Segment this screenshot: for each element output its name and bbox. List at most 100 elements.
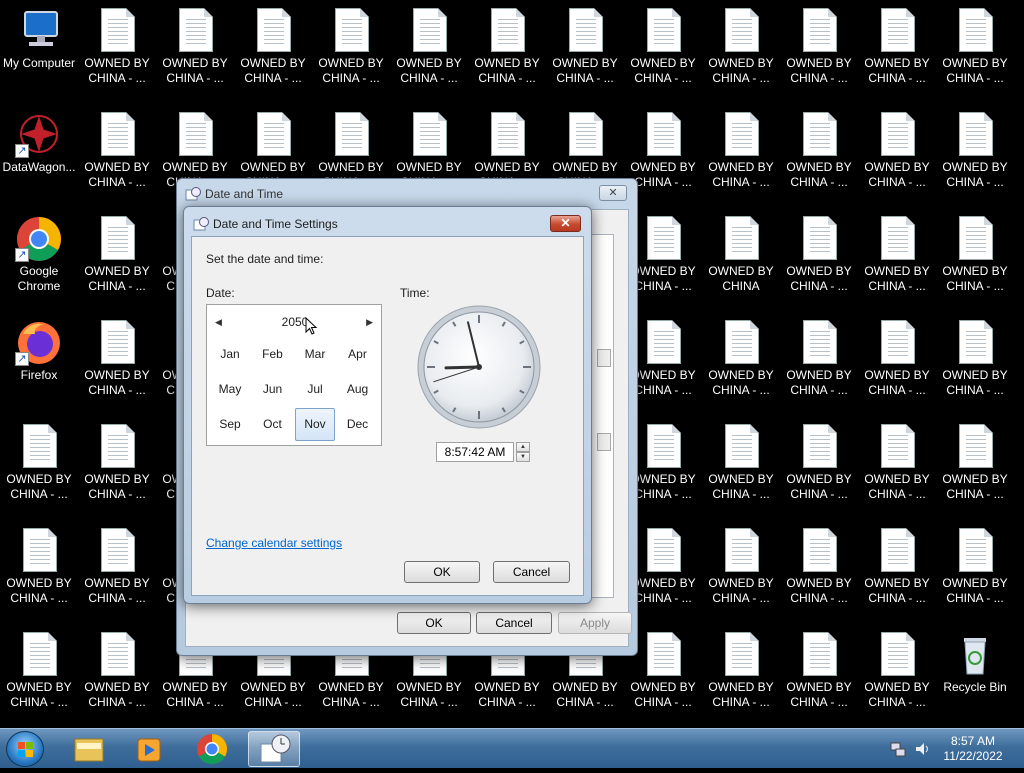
desktop-icon-file[interactable]: OWNED BY CHINA - ... — [858, 104, 936, 204]
spin-up-icon[interactable]: ▲ — [516, 442, 530, 452]
desktop-icon-file[interactable]: OWNED BY CHINA - ... — [702, 312, 780, 412]
desktop-icon-label: OWNED BY CHINA - ... — [162, 680, 228, 709]
text-file-icon — [327, 8, 375, 54]
desktop-icon-file[interactable]: OWNED BY CHINA - ... — [780, 208, 858, 308]
previous-year-arrow-icon[interactable]: ◀ — [215, 317, 222, 328]
desktop-icon-file[interactable]: OWNED BY CHINA - ... — [936, 0, 1014, 100]
desktop-icon-file[interactable]: OWNED BY CHINA - ... — [78, 208, 156, 308]
desktop-icon-file[interactable]: OWNED BY CHINA - ... — [858, 416, 936, 516]
close-button[interactable]: ✕ — [599, 185, 627, 201]
month-cell-oct[interactable]: Oct — [253, 408, 293, 441]
apply-button[interactable]: Apply — [558, 612, 632, 634]
spin-down-icon[interactable]: ▼ — [516, 452, 530, 462]
desktop-icon-file[interactable]: OWNED BY CHINA - ... — [78, 104, 156, 204]
desktop-icon-file[interactable]: OWNED BY CHINA - ... — [936, 416, 1014, 516]
desktop-icon-label: OWNED BY CHINA - ... — [786, 680, 852, 709]
time-spinner[interactable]: ▲ ▼ — [516, 442, 530, 462]
desktop-icon-file[interactable]: OWNED BY CHINA - ... — [624, 0, 702, 100]
desktop-icon-file[interactable]: OWNED BY CHINA - ... — [234, 0, 312, 100]
desktop-icon-file[interactable]: OWNED BY CHINA - ... — [78, 624, 156, 724]
date-time-icon[interactable] — [248, 731, 300, 767]
desktop-icon-my-computer[interactable]: My Computer — [0, 0, 78, 100]
desktop-icon-label: OWNED BY CHINA - ... — [84, 472, 150, 501]
volume-icon[interactable] — [914, 741, 932, 762]
cancel-button[interactable]: Cancel — [493, 561, 570, 583]
media-player-icon[interactable] — [124, 731, 176, 767]
desktop-icon-file[interactable]: OWNED BY CHINA - ... — [936, 208, 1014, 308]
month-cell-jun[interactable]: Jun — [253, 373, 293, 406]
close-button[interactable]: ✕ — [550, 215, 581, 232]
desktop-icon-file[interactable]: OWNED BY CHINA - ... — [702, 104, 780, 204]
desktop-icon-google-chrome[interactable]: ↗ Google Chrome — [0, 208, 78, 308]
desktop-icon-datawagon[interactable]: ↗ DataWagon... — [0, 104, 78, 204]
month-cell-nov[interactable]: Nov — [295, 408, 335, 441]
network-icon[interactable] — [890, 741, 906, 762]
change-timezone-button-stub[interactable] — [597, 433, 611, 451]
text-file-icon — [171, 8, 219, 54]
text-file-icon — [93, 424, 141, 470]
time-input[interactable]: 8:57:42 AM — [436, 442, 514, 462]
desktop-icon-file[interactable]: OWNED BY CHINA - ... — [78, 0, 156, 100]
desktop-icon-file[interactable]: OWNED BY CHINA - ... — [0, 416, 78, 516]
desktop-icon-file[interactable]: OWNED BY CHINA - ... — [858, 312, 936, 412]
desktop-icon-file[interactable]: OWNED BY CHINA - ... — [390, 0, 468, 100]
text-file-icon — [483, 112, 531, 158]
month-cell-feb[interactable]: Feb — [253, 338, 293, 371]
desktop-icon-file[interactable]: OWNED BY CHINA - ... — [0, 520, 78, 620]
desktop-icon-file[interactable]: OWNED BY CHINA - ... — [780, 520, 858, 620]
desktop-icon-file[interactable]: OWNED BY CHINA - ... — [78, 312, 156, 412]
desktop-icon-file[interactable]: OWNED BY CHINA - ... — [780, 416, 858, 516]
desktop-icon-file[interactable]: OWNED BY CHINA - ... — [0, 624, 78, 724]
desktop-icon-file[interactable]: OWNED BY CHINA - ... — [858, 208, 936, 308]
desktop-icon-file[interactable]: OWNED BY CHINA - ... — [858, 0, 936, 100]
text-file-icon — [483, 8, 531, 54]
change-date-button-stub[interactable] — [597, 349, 611, 367]
desktop-icon-file[interactable]: OWNED BY CHINA - ... — [780, 624, 858, 724]
taskbar-clock[interactable]: 8:57 AM 11/22/2022 — [940, 734, 1006, 764]
calendar-control[interactable]: ◀ 2050 ▶ Jan Feb Mar Apr May Jun Jul Aug Sep Oct N… — [206, 304, 382, 446]
month-cell-sep[interactable]: Sep — [210, 408, 250, 441]
desktop-icon-file[interactable]: OWNED BY CHINA - ... — [78, 520, 156, 620]
text-file-icon — [93, 112, 141, 158]
desktop-icon-label: OWNED BY CHINA - ... — [708, 680, 774, 709]
chrome-taskbar-icon[interactable] — [186, 731, 238, 767]
desktop-icon-recycle-bin[interactable]: Recycle Bin — [936, 624, 1014, 724]
desktop-icon-file[interactable]: OWNED BY CHINA - ... — [546, 0, 624, 100]
desktop-icon-file[interactable]: OWNED BY CHINA - ... — [702, 416, 780, 516]
month-cell-dec[interactable]: Dec — [338, 408, 378, 441]
ok-button[interactable]: OK — [397, 612, 471, 634]
ok-button[interactable]: OK — [404, 561, 480, 583]
desktop-icon-file[interactable]: OWNED BY CHINA - ... — [936, 520, 1014, 620]
desktop-icon-file[interactable]: OWNED BY CHINA — [702, 208, 780, 308]
desktop-icon-file[interactable]: OWNED BY CHINA - ... — [780, 312, 858, 412]
desktop-icon-file[interactable]: OWNED BY CHINA - ... — [156, 0, 234, 100]
taskbar: 8:57 AM 11/22/2022 — [0, 728, 1024, 768]
desktop-icon-file[interactable]: OWNED BY CHINA - ... — [702, 0, 780, 100]
month-cell-may[interactable]: May — [210, 373, 250, 406]
desktop-icon-file[interactable]: OWNED BY CHINA - ... — [78, 416, 156, 516]
month-cell-jul[interactable]: Jul — [295, 373, 335, 406]
text-file-icon — [873, 320, 921, 366]
month-cell-jan[interactable]: Jan — [210, 338, 250, 371]
desktop-icon-file[interactable]: OWNED BY CHINA - ... — [858, 520, 936, 620]
desktop-icon-file[interactable]: OWNED BY CHINA - ... — [936, 312, 1014, 412]
text-file-icon — [951, 528, 999, 574]
start-button[interactable] — [6, 731, 44, 767]
desktop-icon-file[interactable]: OWNED BY CHINA - ... — [468, 0, 546, 100]
month-cell-aug[interactable]: Aug — [338, 373, 378, 406]
explorer-icon[interactable] — [63, 731, 115, 767]
desktop-icon-file[interactable]: OWNED BY CHINA - ... — [780, 104, 858, 204]
desktop-icon-label: OWNED BY CHINA - ... — [786, 472, 852, 501]
desktop-icon-file[interactable]: OWNED BY CHINA - ... — [780, 0, 858, 100]
desktop-icon-file[interactable]: OWNED BY CHINA - ... — [858, 624, 936, 724]
change-calendar-settings-link[interactable]: Change calendar settings — [206, 536, 342, 550]
cancel-button[interactable]: Cancel — [476, 612, 552, 634]
desktop-icon-file[interactable]: OWNED BY CHINA - ... — [702, 624, 780, 724]
desktop-icon-file[interactable]: OWNED BY CHINA - ... — [702, 520, 780, 620]
month-cell-mar[interactable]: Mar — [295, 338, 335, 371]
desktop-icon-file[interactable]: OWNED BY CHINA - ... — [936, 104, 1014, 204]
next-year-arrow-icon[interactable]: ▶ — [366, 317, 373, 328]
desktop-icon-file[interactable]: OWNED BY CHINA - ... — [312, 0, 390, 100]
desktop-icon-firefox[interactable]: ↗ Firefox — [0, 312, 78, 412]
month-cell-apr[interactable]: Apr — [338, 338, 378, 371]
